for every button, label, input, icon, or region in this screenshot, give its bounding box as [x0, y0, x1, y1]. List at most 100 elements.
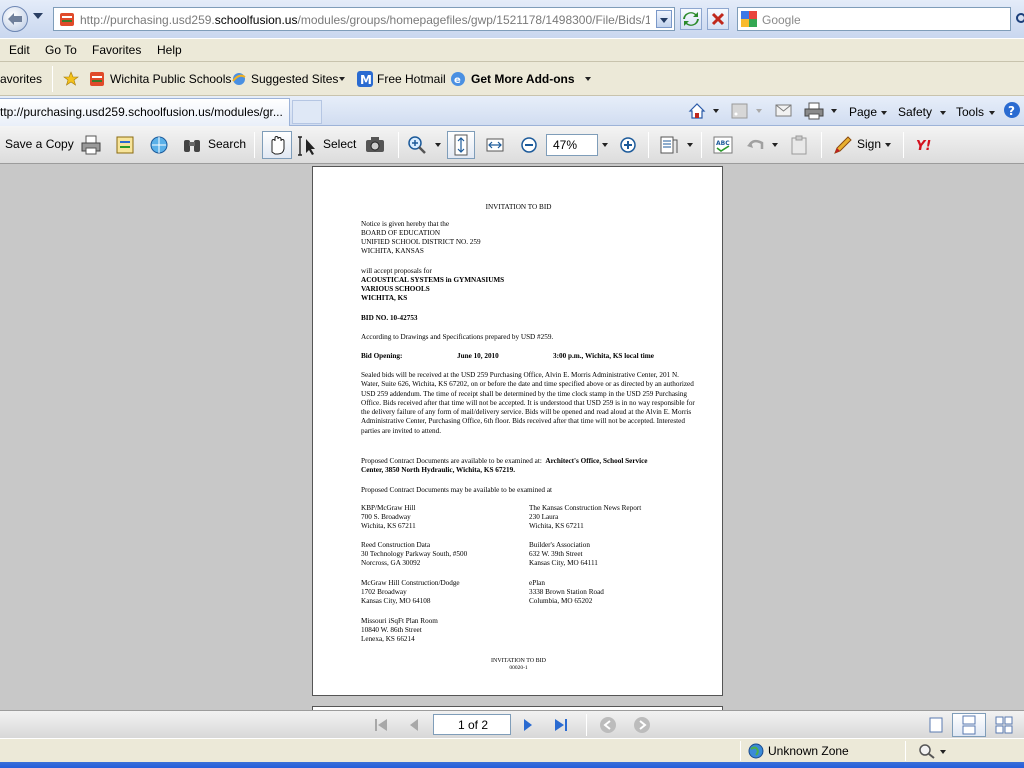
clipboard-icon[interactable]: [788, 134, 810, 156]
continuous-facing-view-icon[interactable]: [994, 716, 1014, 734]
suggested-dropdown-icon[interactable]: [339, 77, 345, 81]
command-tools[interactable]: Tools: [956, 105, 984, 119]
continuous-view-button[interactable]: [952, 713, 986, 737]
menu-favorites[interactable]: Favorites: [92, 43, 141, 57]
hotmail-icon: M: [357, 71, 373, 87]
new-tab-button[interactable]: [292, 100, 322, 124]
loc-right-1-city: Kansas City, MO 64111: [529, 559, 598, 567]
home-icon[interactable]: [688, 102, 706, 120]
print-icon[interactable]: [80, 134, 102, 156]
history-dropdown-icon[interactable]: [33, 13, 43, 19]
command-safety[interactable]: Safety: [898, 105, 932, 119]
next-page-icon[interactable]: [519, 716, 537, 734]
feeds-icon[interactable]: [731, 103, 749, 119]
safety-dropdown-icon[interactable]: [940, 111, 946, 115]
status-divider: [905, 741, 906, 761]
zoom-in-icon[interactable]: [406, 134, 428, 156]
doc-sealed-bids-paragraph: Sealed bids will be received at the USD …: [361, 371, 695, 435]
zoom-magnifier-icon[interactable]: [918, 743, 936, 759]
page-display-icon[interactable]: [658, 134, 680, 156]
loc-left-2-name: McGraw Hill Construction/Dodge: [361, 579, 460, 587]
windows-taskbar: [0, 762, 1024, 768]
status-bar: Unknown Zone: [0, 738, 1024, 762]
search-button[interactable]: Search: [208, 137, 246, 151]
loc-right-2-addr: 3338 Brown Station Road: [529, 588, 604, 596]
fav-wichita-public-schools[interactable]: Wichita Public Schools: [110, 72, 231, 86]
mail-icon[interactable]: [775, 104, 793, 118]
svg-text:M: M: [360, 73, 372, 87]
command-page[interactable]: Page: [849, 105, 877, 119]
menu-help[interactable]: Help: [157, 43, 182, 57]
zoom-level-dropdown-icon[interactable]: [602, 143, 608, 147]
print-icon[interactable]: [804, 102, 824, 120]
loc-left-0-addr: 700 S. Broadway: [361, 513, 411, 521]
wichita-favicon-icon: [90, 72, 104, 86]
refresh-button[interactable]: [680, 8, 702, 30]
address-dropdown-button[interactable]: [656, 10, 672, 28]
svg-text:?: ?: [1008, 104, 1015, 118]
search-go-icon[interactable]: [1014, 12, 1024, 26]
tools-dropdown-icon[interactable]: [989, 111, 995, 115]
tab-current[interactable]: ttp://purchasing.usd259.schoolfusion.us/…: [0, 98, 290, 126]
favorites-button[interactable]: avorites: [0, 72, 42, 86]
zoom-in-plus-icon[interactable]: [617, 134, 639, 156]
menu-edit[interactable]: Edit: [9, 43, 30, 57]
undo-icon[interactable]: [745, 134, 767, 156]
google-icon: [741, 11, 757, 27]
document-view[interactable]: INVITATION TO BID Notice is given hereby…: [0, 164, 1024, 710]
addons-dropdown-icon[interactable]: [585, 77, 591, 81]
zoom-status-dropdown-icon[interactable]: [940, 750, 946, 754]
yahoo-icon[interactable]: Y!: [913, 134, 935, 156]
hand-icon: [271, 136, 285, 155]
spell-check-icon[interactable]: ABC: [712, 134, 734, 156]
next-view-icon[interactable]: [632, 715, 652, 735]
doc-footer-code: 00020-1: [509, 665, 528, 671]
page-navigation-bar: 1 of 2: [0, 710, 1024, 738]
address-bar[interactable]: http://purchasing.usd259.schoolfusion.us…: [53, 7, 675, 31]
feeds-dropdown-icon[interactable]: [756, 109, 762, 113]
zoom-out-icon[interactable]: [518, 134, 540, 156]
zoom-dropdown-icon[interactable]: [435, 143, 441, 147]
menu-bar: Edit Go To Favorites Help: [0, 38, 1024, 62]
zoom-level-input[interactable]: 47%: [546, 134, 598, 156]
fav-suggested-sites[interactable]: Suggested Sites: [251, 72, 338, 86]
fav-get-more-addons[interactable]: Get More Add-ons: [471, 72, 575, 86]
fav-free-hotmail[interactable]: Free Hotmail: [377, 72, 446, 86]
loc-right-1-addr: 632 W. 39th Street: [529, 550, 583, 558]
menu-goto[interactable]: Go To: [45, 43, 77, 57]
home-dropdown-icon[interactable]: [713, 109, 719, 113]
page-number-input[interactable]: 1 of 2: [433, 714, 511, 735]
hand-tool-button[interactable]: [262, 131, 292, 159]
previous-page-icon[interactable]: [405, 716, 423, 734]
previous-view-icon[interactable]: [598, 715, 618, 735]
save-copy-button[interactable]: Save a Copy: [5, 137, 74, 151]
back-button[interactable]: [2, 6, 28, 32]
search-input[interactable]: Google: [737, 7, 1011, 31]
sign-button[interactable]: Sign: [857, 137, 881, 151]
undo-dropdown-icon[interactable]: [772, 143, 778, 147]
page-display-dropdown-icon[interactable]: [687, 143, 693, 147]
sign-pen-icon[interactable]: [832, 134, 854, 156]
internet-zone-globe-icon: [748, 743, 764, 759]
email-globe-icon[interactable]: [148, 134, 170, 156]
doc-accept: will accept proposals for: [361, 267, 432, 275]
fit-width-icon[interactable]: [484, 134, 506, 156]
single-page-view-icon[interactable]: [927, 716, 945, 734]
first-page-icon[interactable]: [372, 716, 390, 734]
binoculars-icon[interactable]: [181, 134, 203, 156]
select-button[interactable]: Select: [323, 137, 356, 151]
add-favorite-star-icon[interactable]: [63, 71, 79, 87]
fit-page-button[interactable]: [447, 131, 475, 159]
print-dropdown-icon[interactable]: [831, 109, 837, 113]
last-page-icon[interactable]: [552, 716, 572, 734]
snapshot-icon[interactable]: [364, 134, 386, 156]
url-text[interactable]: http://purchasing.usd259.schoolfusion.us…: [80, 13, 650, 27]
organizer-icon[interactable]: [114, 134, 136, 156]
page-dropdown-icon[interactable]: [881, 111, 887, 115]
pdf-divider: [254, 132, 255, 158]
loc-left-1-city: Norcross, GA 30092: [361, 559, 421, 567]
stop-button[interactable]: [707, 8, 729, 30]
select-cursor-icon[interactable]: [296, 135, 318, 157]
sign-dropdown-icon[interactable]: [885, 143, 891, 147]
help-icon[interactable]: ?: [1003, 101, 1021, 119]
